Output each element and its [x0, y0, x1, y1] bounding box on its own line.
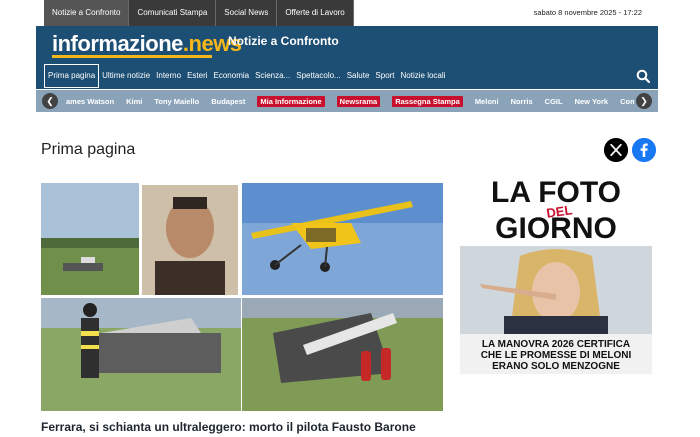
caption-line-2: CHE LE PROMESSE DI MELONI	[480, 350, 632, 361]
top-tab-comunicati[interactable]: Comunicati Stampa	[129, 0, 217, 26]
trending-tags-bar: ❮ ames Watson Kimi Tony Maiello Budapest…	[36, 90, 658, 112]
chevron-left-icon[interactable]: ❮	[42, 93, 58, 109]
tag-item[interactable]: Kimi	[126, 97, 142, 106]
tag-item[interactable]: CGIL	[545, 97, 563, 106]
nav-interno[interactable]: Interno	[153, 65, 184, 87]
nav-ultime-notizie[interactable]: Ultime notizie	[99, 65, 153, 87]
top-tab-lavoro[interactable]: Offerte di Lavoro	[277, 0, 354, 26]
search-icon[interactable]	[636, 69, 650, 83]
tag-item-highlight[interactable]: Mia Informazione	[257, 95, 325, 107]
lead-article-headline[interactable]: Ferrara, si schianta un ultraleggero: mo…	[41, 420, 416, 434]
tag-item[interactable]: Norris	[511, 97, 533, 106]
top-tab-notizie[interactable]: Notizie a Confronto	[44, 0, 130, 26]
tag-item[interactable]: Meloni	[475, 97, 499, 106]
tag-item-highlight[interactable]: Newsrama	[336, 95, 381, 107]
photo-of-the-day-caption: LA MANOVRA 2026 CERTIFICA CHE LE PROMESS…	[460, 339, 652, 372]
nav-prima-pagina[interactable]: Prima pagina	[44, 64, 100, 88]
tag-list: ames Watson Kimi Tony Maiello Budapest M…	[60, 90, 634, 112]
nav-esteri[interactable]: Esteri	[184, 65, 210, 87]
site-header: informazione.news Notizie a Confronto Pr…	[36, 26, 658, 89]
photo-of-the-day[interactable]: LA FOTO GIORNO DEL LA MANOVRA 2026 CERTI…	[458, 174, 654, 374]
top-bar: Notizie a Confronto Comunicati Stampa So…	[0, 0, 700, 26]
date-time: sabato 8 novembre 2025 - 17:22	[533, 8, 642, 17]
tag-item[interactable]: ames Watson	[66, 97, 114, 106]
nav-sport[interactable]: Sport	[372, 65, 397, 87]
top-tabs: Notizie a Confronto Comunicati Stampa So…	[44, 0, 354, 26]
tag-item[interactable]: Como Ca	[620, 97, 634, 106]
lead-article-image[interactable]	[41, 183, 443, 411]
main-nav: Prima pagina Ultime notizie Interno Este…	[36, 64, 448, 88]
tag-item[interactable]: Budapest	[211, 97, 245, 106]
nav-notizie-locali[interactable]: Notizie locali	[398, 65, 449, 87]
facebook-icon[interactable]	[632, 138, 656, 162]
tag-item[interactable]: Tony Maiello	[154, 97, 199, 106]
photo-of-the-day-title: LA FOTO GIORNO DEL	[491, 176, 621, 244]
nav-salute[interactable]: Salute	[344, 65, 373, 87]
nav-economia[interactable]: Economia	[211, 65, 253, 87]
top-tab-social[interactable]: Social News	[216, 0, 278, 26]
chevron-right-icon[interactable]: ❯	[636, 93, 652, 109]
x-twitter-icon[interactable]	[604, 138, 628, 162]
tag-item[interactable]: New York	[575, 97, 609, 106]
logo-main: informazione	[52, 31, 183, 56]
caption-line-3: ERANO SOLO MENZOGNE	[492, 361, 620, 372]
crash-collage-image	[41, 183, 443, 411]
logo-underline	[52, 55, 212, 58]
tag-item-highlight[interactable]: Rassegna Stampa	[392, 95, 463, 107]
nav-spettacolo[interactable]: Spettacolo...	[293, 65, 343, 87]
nav-scienza[interactable]: Scienza...	[252, 65, 293, 87]
site-logo[interactable]: informazione.news	[52, 31, 242, 57]
page-title: Prima pagina	[41, 141, 136, 158]
site-tagline: Notizie a Confronto	[228, 34, 339, 48]
photo-of-the-day-card[interactable]: LA MANOVRA 2026 CERTIFICA CHE LE PROMESS…	[460, 246, 652, 374]
caption-line-1: LA MANOVRA 2026 CERTIFICA	[481, 339, 631, 350]
